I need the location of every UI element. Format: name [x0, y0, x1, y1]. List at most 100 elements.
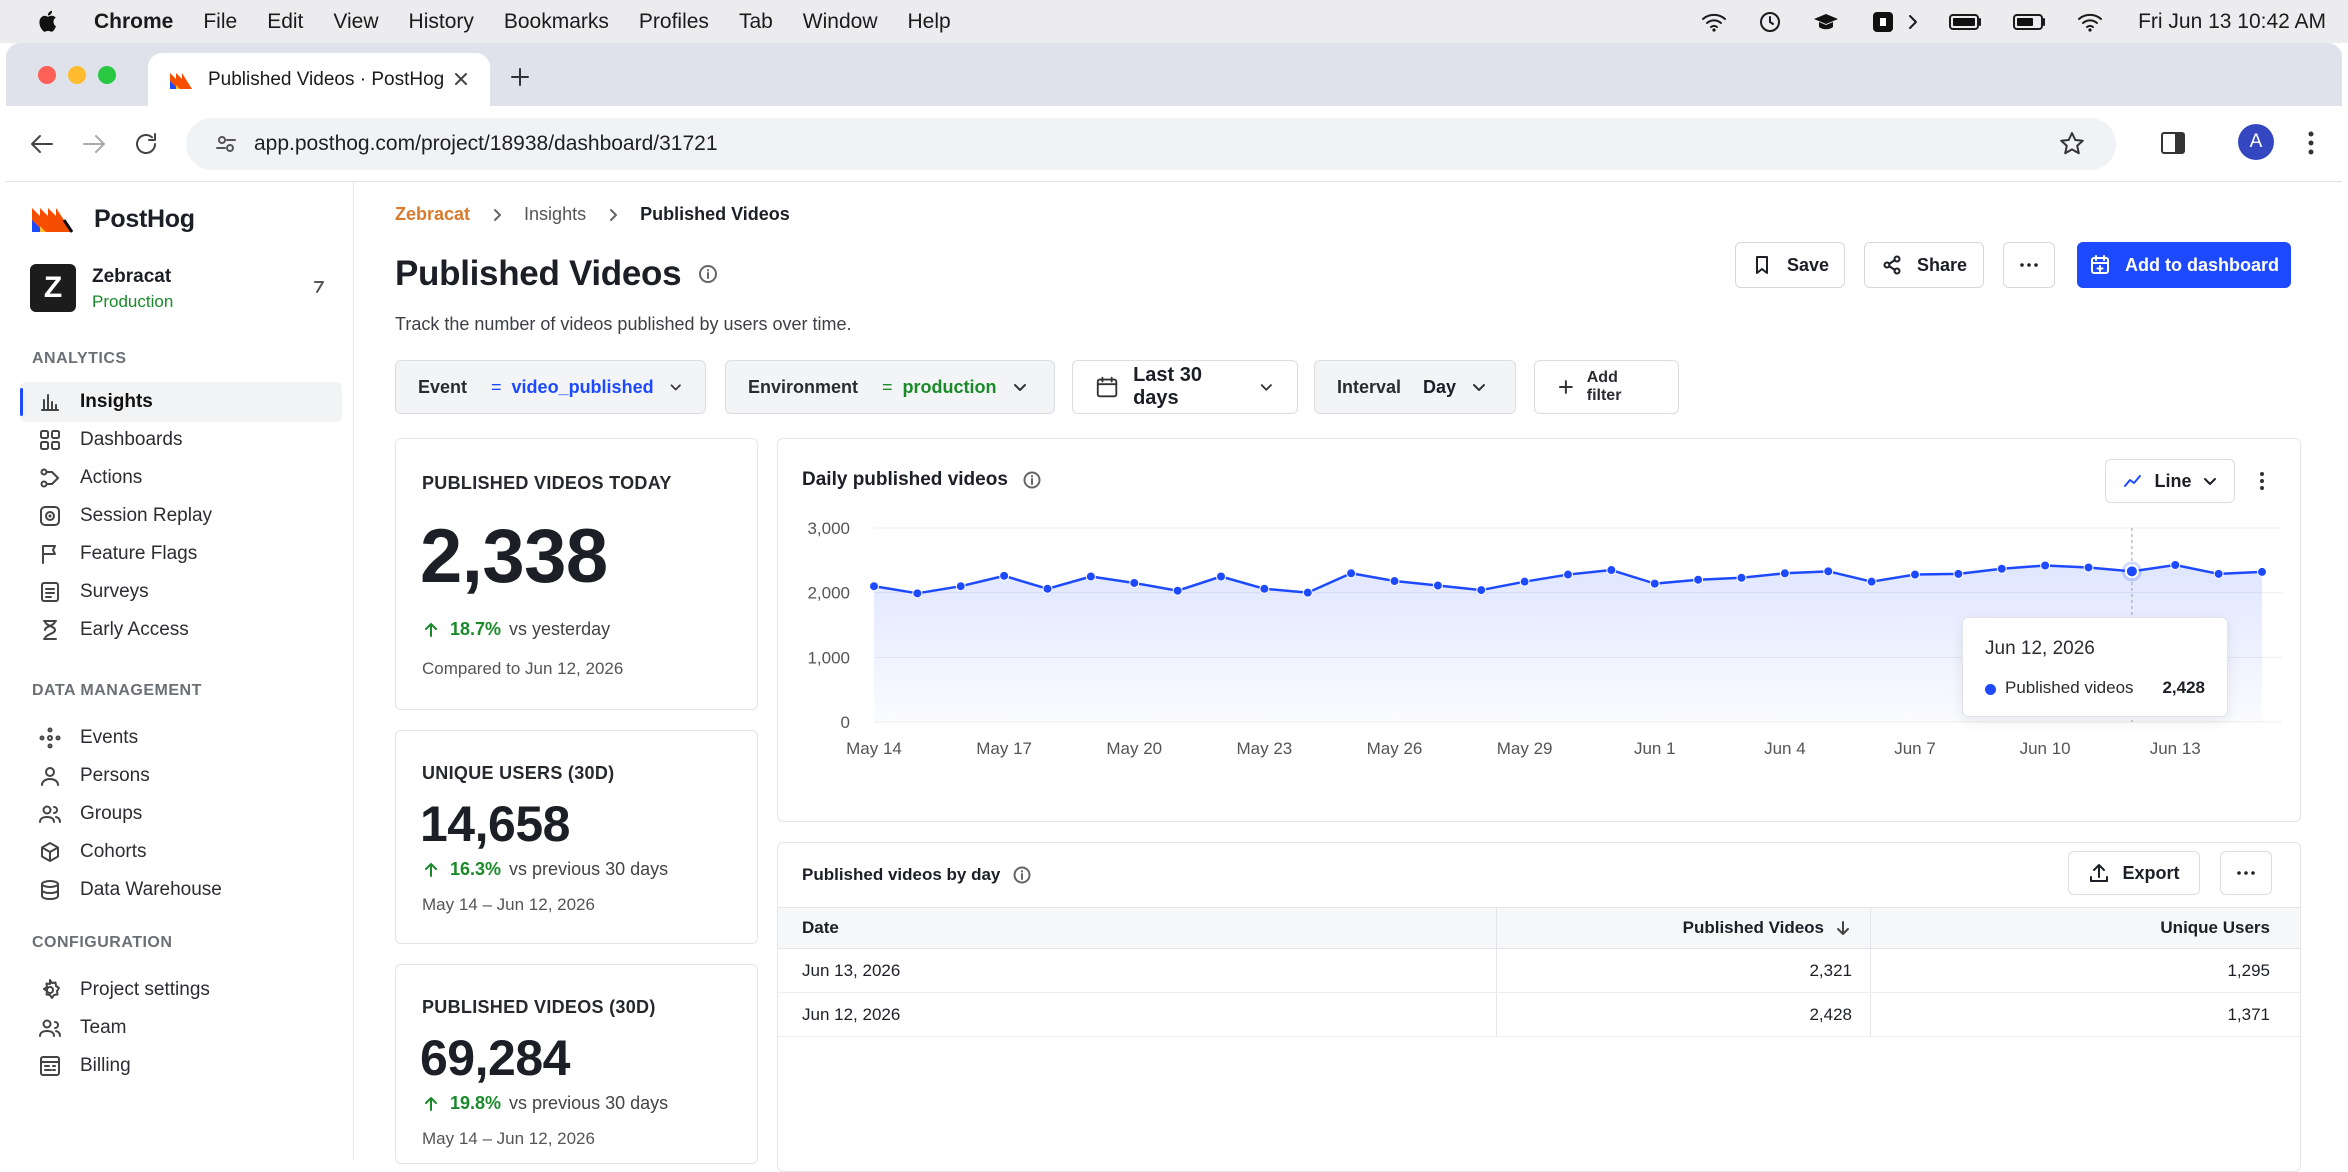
- environment-filter[interactable]: Environment = production: [725, 360, 1055, 414]
- save-button[interactable]: Save: [1735, 242, 1845, 288]
- address-bar[interactable]: app.posthog.com/project/18938/dashboard/…: [186, 118, 2116, 170]
- window-zoom-button[interactable]: [98, 66, 116, 84]
- menu-window[interactable]: Window: [803, 10, 878, 34]
- stat-delta-text: vs yesterday: [509, 619, 611, 639]
- close-icon[interactable]: [450, 68, 472, 90]
- project-switcher[interactable]: Z Zebracat Production: [30, 264, 340, 320]
- chevron-down-icon: [670, 384, 681, 391]
- sidebar-item-label: Events: [80, 727, 139, 748]
- url-text[interactable]: app.posthog.com/project/18938/dashboard/…: [254, 132, 718, 156]
- stat-caption: May 14 – Jun 12, 2026: [422, 1129, 595, 1148]
- project-avatar: Z: [30, 264, 76, 312]
- add-filter-button[interactable]: Add filter: [1534, 360, 1679, 414]
- event-filter[interactable]: Event = video_published: [395, 360, 706, 414]
- menu-history[interactable]: History: [409, 10, 474, 34]
- chart-type-selector[interactable]: Line: [2105, 459, 2235, 503]
- info-icon[interactable]: [1022, 470, 1042, 490]
- graduation-cap-icon[interactable]: [1812, 10, 1840, 34]
- menu-profiles[interactable]: Profiles: [639, 10, 709, 34]
- sidebar-item-actions[interactable]: Actions: [20, 458, 342, 498]
- date-range-picker[interactable]: Last 30 days: [1072, 360, 1298, 414]
- side-panel-icon[interactable]: [2158, 128, 2188, 158]
- sidebar-item-feature-flags[interactable]: Feature Flags: [20, 534, 342, 574]
- sidebar-item-cohorts[interactable]: Cohorts: [20, 832, 342, 872]
- switch-project-icon[interactable]: [310, 278, 328, 296]
- breadcrumb-project[interactable]: Zebracat: [395, 204, 470, 225]
- sidebar-item-insights[interactable]: Insights: [20, 382, 342, 422]
- data-point: [1302, 587, 1313, 598]
- wifi-icon[interactable]: [1700, 10, 1728, 34]
- menubar-clock[interactable]: Fri Jun 13 10:42 AM: [2138, 10, 2326, 34]
- stat-card-published-today: PUBLISHED VIDEOS TODAY 2,338 18.7% vs ye…: [395, 438, 758, 710]
- more-vertical-icon[interactable]: [2252, 469, 2272, 493]
- window-minimize-button[interactable]: [68, 66, 86, 84]
- menu-file[interactable]: File: [203, 10, 237, 34]
- info-icon[interactable]: [1012, 865, 1032, 885]
- sidebar-item-session-replay[interactable]: Session Replay: [20, 496, 342, 536]
- export-button[interactable]: Export: [2068, 851, 2200, 895]
- menu-view[interactable]: View: [333, 10, 378, 34]
- sidebar-item-team[interactable]: Team: [20, 1008, 342, 1048]
- sidebar-item-label: Insights: [80, 391, 153, 412]
- column-header-published-videos[interactable]: Published Videos: [1496, 908, 1852, 948]
- section-configuration: CONFIGURATION: [32, 934, 173, 951]
- clock-icon[interactable]: [1756, 10, 1784, 34]
- chrome-menu-icon[interactable]: [2296, 126, 2326, 160]
- menu-bookmarks[interactable]: Bookmarks: [504, 10, 609, 34]
- menu-help[interactable]: Help: [908, 10, 951, 34]
- data-point: [999, 570, 1010, 581]
- reload-icon[interactable]: [130, 128, 162, 160]
- y-tick-label: 3,000: [807, 519, 850, 538]
- section-data-management: DATA MANAGEMENT: [32, 682, 202, 699]
- battery-icon[interactable]: [2012, 10, 2048, 34]
- table-row[interactable]: Jun 12, 2026 2,428 1,371: [778, 993, 2300, 1037]
- menu-chrome[interactable]: Chrome: [94, 10, 173, 34]
- menu-edit[interactable]: Edit: [267, 10, 303, 34]
- sidebar-item-billing[interactable]: Billing: [20, 1046, 342, 1086]
- table-row[interactable]: Jun 13, 2026 2,321 1,295: [778, 949, 2300, 993]
- chart-title-text: Daily published videos: [802, 469, 1008, 490]
- data-point: [1823, 566, 1834, 577]
- billing-icon: [40, 1056, 60, 1076]
- info-icon[interactable]: [697, 263, 719, 285]
- sidebar-item-groups[interactable]: Groups: [20, 794, 342, 834]
- site-info-icon[interactable]: [214, 132, 238, 156]
- battery-icon[interactable]: [1948, 10, 1984, 34]
- sidebar-item-data-warehouse[interactable]: Data Warehouse: [20, 870, 342, 910]
- arrow-up-icon: [425, 862, 437, 877]
- share-button[interactable]: Share: [1864, 242, 1984, 288]
- bookmark-star-icon[interactable]: [2058, 130, 2086, 158]
- breadcrumb-insights[interactable]: Insights: [524, 204, 586, 225]
- data-point: [1042, 583, 1053, 594]
- sort-descending-icon[interactable]: [1834, 919, 1852, 937]
- interval-selector[interactable]: Interval Day: [1314, 360, 1516, 414]
- sidebar-item-dashboards[interactable]: Dashboards: [20, 420, 342, 460]
- browser-tab-strip: Published Videos · PostHog: [6, 43, 2342, 106]
- person-icon: [41, 767, 59, 786]
- profile-avatar[interactable]: A: [2238, 124, 2274, 160]
- sidebar-item-project-settings[interactable]: Project settings: [20, 970, 342, 1010]
- sidebar-item-events[interactable]: Events: [20, 718, 342, 758]
- back-arrow-icon[interactable]: [26, 128, 58, 160]
- new-tab-plus-icon[interactable]: [506, 63, 534, 91]
- sidebar-item-label: Billing: [80, 1055, 131, 1076]
- tooltip-value: 2,428: [2162, 678, 2205, 697]
- forward-arrow-icon[interactable]: [78, 128, 110, 160]
- browser-tab[interactable]: Published Videos · PostHog: [148, 53, 490, 106]
- sidebar-item-early-access[interactable]: Early Access: [20, 610, 342, 650]
- chevron-right-icon[interactable]: [1906, 10, 1920, 34]
- wifi-icon[interactable]: [2076, 10, 2104, 34]
- sidebar-item-surveys[interactable]: Surveys: [20, 572, 342, 612]
- table-more-button[interactable]: [2220, 851, 2272, 895]
- column-header-unique-users[interactable]: Unique Users: [1870, 908, 2270, 948]
- apple-icon[interactable]: [38, 9, 60, 33]
- column-header-date[interactable]: Date: [802, 908, 839, 948]
- add-to-dashboard-button[interactable]: Add to dashboard: [2077, 242, 2291, 288]
- sidebar-item-persons[interactable]: Persons: [20, 756, 342, 796]
- window-close-button[interactable]: [38, 66, 56, 84]
- posthog-logo[interactable]: PostHog: [30, 202, 195, 236]
- more-actions-button[interactable]: [2003, 242, 2055, 288]
- app-icon[interactable]: [1868, 10, 1896, 34]
- data-point: [1866, 576, 1877, 587]
- menu-tab[interactable]: Tab: [739, 10, 773, 34]
